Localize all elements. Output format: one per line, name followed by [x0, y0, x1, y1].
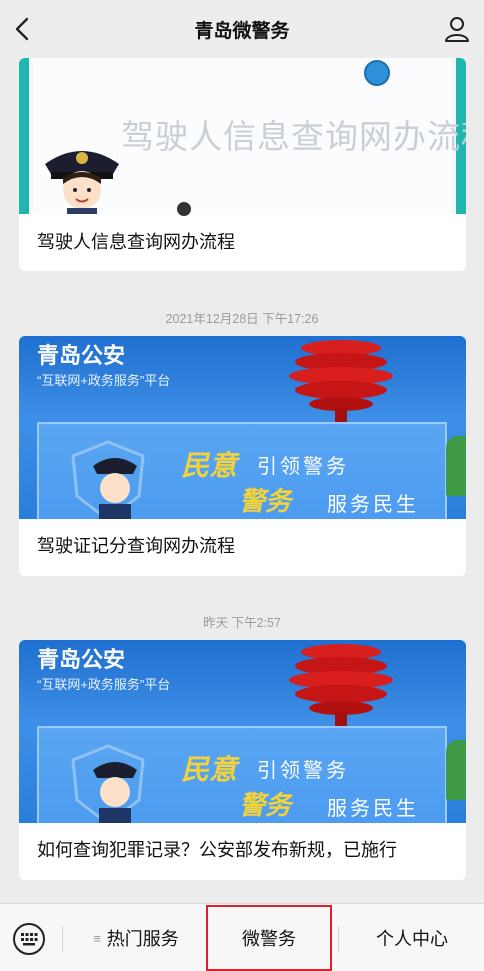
chevron-left-icon [15, 17, 29, 41]
slogan-text: 服务民生 [327, 494, 419, 516]
banner-subtitle: “互联网+政务服务”平台 [37, 677, 171, 692]
police-badge-icon [71, 440, 145, 519]
banner-title: 青岛公安 [37, 647, 126, 672]
tower-sculpture-icon [289, 644, 393, 726]
slogan-text: 服务民生 [327, 798, 419, 820]
globe-icon [364, 60, 390, 86]
keyboard-icon [13, 923, 45, 955]
slogan-text: 引领警务 [257, 760, 349, 782]
nav-label: 微警务 [242, 929, 296, 949]
article-card[interactable]: 驾驶人信息查询网办流程 驾驶人信息查询网办流程 [19, 58, 466, 271]
nav-label: 热门服务 [106, 929, 179, 949]
message-timestamp: 2021年12月28日 下午17:26 [165, 312, 319, 326]
menu-lines-icon: ≡ [93, 930, 101, 946]
profile-button[interactable] [442, 14, 472, 44]
message-feed[interactable]: 驾驶人信息查询网办流程 驾驶人信息查询网办流程 2021年12月28日 下午17… [0, 58, 484, 903]
banner-text: 驾驶人信息查询网办流程 [121, 117, 466, 156]
tree-decoration [446, 436, 466, 496]
top-bar: 青岛微警务 [0, 0, 484, 58]
slogan-word: 民意 [181, 449, 238, 482]
slogan-text: 引领警务 [257, 456, 349, 478]
article-card[interactable]: 青岛公安 “互联网+政务服务”平台 民意 引领警务 警务 服务民生 驾驶证记分查… [19, 336, 466, 576]
article-banner: 青岛公安 “互联网+政务服务”平台 民意 引领警务 警务 服务民生 [19, 336, 466, 519]
tower-sculpture-icon [289, 340, 393, 422]
nav-personal-center[interactable]: 个人中心 [340, 904, 484, 971]
article-title: 如何查询犯罪记录？公安部发布新规，已施行 [37, 840, 397, 860]
slogan-word: 警务 [239, 487, 292, 517]
tree-decoration [446, 740, 466, 800]
slogan-word: 民意 [181, 753, 238, 786]
bottom-menu-bar: ≡ 热门服务 微警务 个人中心 [0, 903, 484, 971]
back-button[interactable] [10, 14, 38, 44]
keyboard-toggle-button[interactable] [12, 922, 46, 956]
page-title: 青岛微警务 [194, 20, 290, 42]
message-timestamp: 昨天 下午2:57 [203, 616, 281, 630]
banner-title: 青岛公安 [37, 343, 126, 368]
user-icon [445, 17, 469, 42]
article-card[interactable]: 青岛公安 “互联网+政务服务”平台 民意 引领警务 警务 服务民生 如何查询犯罪… [19, 640, 466, 880]
police-badge-icon [71, 744, 145, 823]
nav-label: 个人中心 [376, 929, 448, 949]
banner-subtitle: “互联网+政务服务”平台 [37, 373, 171, 388]
nav-hot-services[interactable]: ≡ 热门服务 [66, 904, 206, 971]
article-title: 驾驶人信息查询网办流程 [37, 232, 235, 252]
article-banner: 青岛公安 “互联网+政务服务”平台 民意 引领警务 警务 服务民生 [19, 640, 466, 823]
police-cartoon-icon [45, 151, 119, 214]
nav-micro-police[interactable]: 微警务 [206, 905, 332, 971]
slogan-word: 警务 [239, 791, 292, 821]
article-banner: 驾驶人信息查询网办流程 [19, 58, 466, 216]
article-title: 驾驶证记分查询网办流程 [37, 536, 235, 556]
